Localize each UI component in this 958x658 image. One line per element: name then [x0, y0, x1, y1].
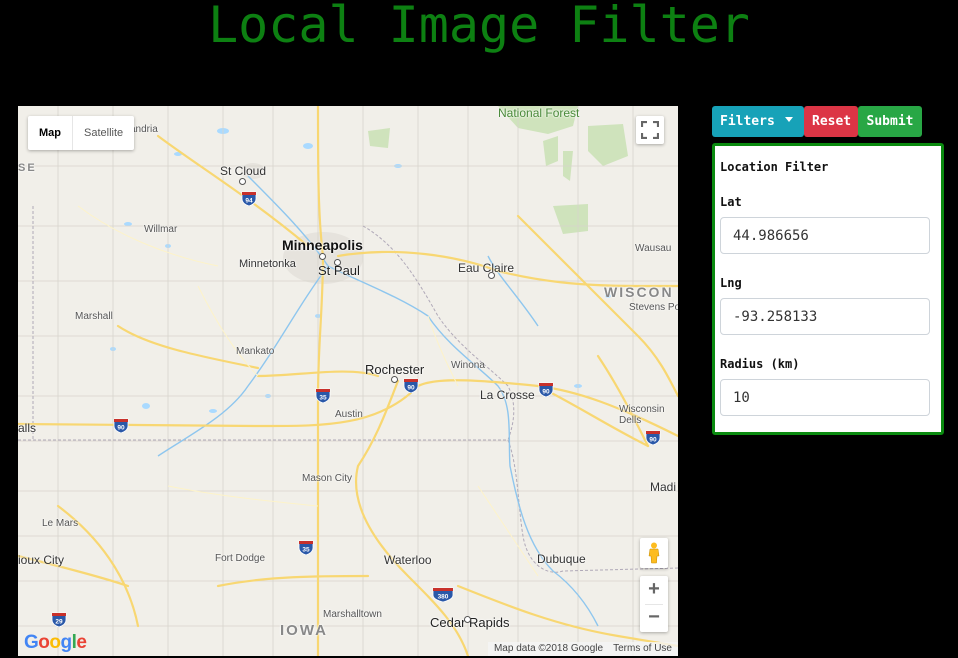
map-type-satellite-button[interactable]: Satellite — [72, 116, 134, 150]
city-dot — [464, 616, 471, 623]
interstate-shield-icon: 90 — [645, 430, 661, 445]
map-label-st-cloud: St Cloud — [220, 164, 267, 178]
reset-button[interactable]: Reset — [804, 106, 858, 137]
pegman-icon — [648, 542, 660, 564]
map-label-mankato: Mankato — [236, 346, 275, 357]
map-base-layer — [18, 106, 678, 656]
shield-number: 90 — [649, 437, 657, 444]
map-label-marshall: Marshall — [75, 311, 113, 322]
map-view[interactable]: National Forest andria SE St Cloud Willm… — [18, 106, 678, 656]
submit-button[interactable]: Submit — [858, 106, 922, 137]
google-logo: Google — [24, 632, 87, 653]
map-label-le-mars: Le Mars — [42, 518, 79, 529]
location-filter-heading: Location Filter — [720, 160, 829, 174]
map-label-eau-claire: Eau Claire — [458, 261, 515, 275]
lng-input[interactable] — [720, 298, 930, 335]
map-label-wausau: Wausau — [635, 243, 672, 254]
map-label-austin: Austin — [335, 409, 363, 420]
map-label-waterloo: Waterloo — [384, 553, 432, 567]
city-dot — [391, 376, 398, 383]
map-label-iowa: IOWA — [280, 622, 328, 639]
map-label-rochester: Rochester — [365, 362, 425, 377]
map-label-se: SE — [18, 162, 37, 174]
map-label-marshalltown: Marshalltown — [323, 609, 382, 620]
caret-down-icon — [784, 117, 793, 122]
shield-number: 35 — [302, 547, 310, 554]
radius-label: Radius (km) — [720, 357, 800, 371]
map-label-stevens-po: Stevens Po — [629, 302, 678, 313]
street-view-pegman-button[interactable] — [640, 538, 668, 568]
zoom-in-button[interactable]: + — [640, 576, 668, 604]
interstate-shield-icon: 90 — [403, 378, 419, 393]
page-title: Local Image Filter — [208, 0, 750, 54]
map-attribution: Map data ©2018 Google Terms of Use — [487, 642, 678, 656]
filters-dropdown-button[interactable]: Filters — [712, 106, 804, 137]
map-type-control: Map Satellite — [28, 116, 135, 150]
fullscreen-icon — [641, 121, 659, 139]
interstate-shield-icon: 90 — [113, 418, 129, 433]
map-label-willmar: Willmar — [144, 224, 178, 235]
city-dot — [239, 178, 246, 185]
shield-number: 90 — [407, 385, 415, 392]
shield-number: 29 — [55, 619, 63, 626]
map-label-winona: Winona — [451, 360, 485, 371]
lat-label: Lat — [720, 195, 742, 209]
map-label-sioux-city: ioux City — [18, 553, 65, 567]
interstate-shield-icon: 35 — [315, 388, 331, 403]
city-dot — [488, 272, 495, 279]
map-label-andria: andria — [130, 124, 158, 135]
lat-input[interactable] — [720, 217, 930, 254]
terms-of-use-link[interactable]: Terms of Use — [613, 643, 672, 654]
map-label-mason-city: Mason City — [302, 473, 353, 484]
interstate-shield-icon: 35 — [298, 540, 314, 555]
map-label-national-forest: National Forest — [498, 106, 580, 120]
zoom-control: + − — [640, 576, 668, 632]
lng-label: Lng — [720, 276, 742, 290]
zoom-divider — [645, 604, 663, 605]
map-label-fort-dodge: Fort Dodge — [215, 553, 266, 564]
radius-input[interactable] — [720, 379, 930, 416]
shield-number: 90 — [117, 425, 125, 432]
map-label-minneapolis: Minneapolis — [282, 237, 363, 253]
map-label-alls: alls — [18, 421, 37, 435]
shield-number: 35 — [319, 395, 327, 402]
map-label-minnetonka: Minnetonka — [239, 258, 296, 270]
interstate-shield-icon: 90 — [538, 382, 554, 397]
shield-number: 94 — [245, 198, 253, 205]
shield-number: 380 — [438, 594, 449, 601]
map-data-credit: Map data ©2018 Google — [493, 643, 604, 654]
interstate-shield-icon: 29 — [51, 612, 67, 627]
filters-button-label: Filters — [720, 114, 775, 129]
location-filter-panel: Location Filter Lat Lng Radius (km) — [712, 143, 944, 435]
fullscreen-button[interactable] — [636, 116, 664, 144]
zoom-out-button[interactable]: − — [640, 604, 668, 632]
city-dot — [319, 253, 326, 260]
city-dot — [334, 259, 341, 266]
map-label-wisconsin-dells: Wisconsin Dells — [619, 404, 665, 426]
filter-toolbar: Filters Reset Submit — [712, 106, 922, 137]
shield-number: 90 — [542, 389, 550, 396]
map-label-wiscon: WISCON — [604, 284, 674, 300]
map-label-madi: Madi — [650, 480, 677, 494]
map-label-dubuque: Dubuque — [537, 552, 586, 566]
map-label-la-crosse: La Crosse — [480, 388, 535, 402]
map-type-map-button[interactable]: Map — [28, 116, 72, 150]
interstate-shield-icon: 380 — [432, 587, 454, 602]
interstate-shield-icon: 94 — [241, 191, 257, 206]
